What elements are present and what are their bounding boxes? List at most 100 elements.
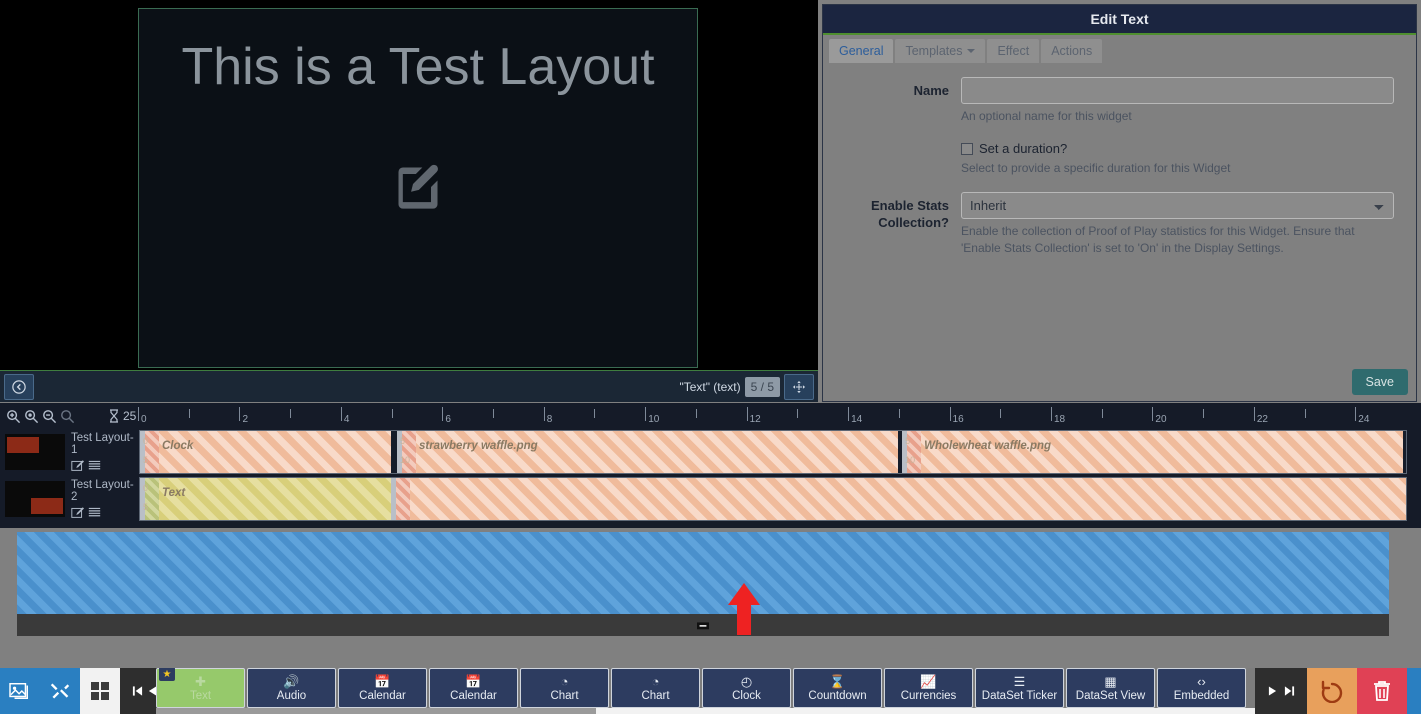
bottom-toolbar-right (1255, 668, 1421, 714)
name-input[interactable] (961, 77, 1394, 104)
widget-button-label: Audio (276, 689, 307, 702)
widget-button-label: Clock (732, 689, 761, 702)
preview-status-bar: "Text" (text) 5 / 5 (0, 370, 818, 402)
widget-button-chart[interactable]: ◔ Chart (611, 668, 700, 708)
zoom-in-icon[interactable] (6, 409, 21, 424)
edit-icon[interactable] (71, 506, 84, 519)
list-icon[interactable] (88, 506, 101, 519)
ruler-tick (290, 409, 292, 418)
skip-to-start-icon[interactable] (132, 685, 143, 697)
layer-meta: Test Layout-1 (0, 430, 138, 474)
widget-button-label: Embedded (1173, 689, 1230, 702)
widget-palette[interactable]: ★ ✚ Text 🔊 Audio 📅 Calendar 📅 Calendar ◔ Chart ◔ Cha… (156, 668, 1263, 714)
layer-track[interactable]: 0 5 Text (139, 477, 1407, 521)
red-up-arrow (728, 583, 760, 635)
layer-meta-text: Test Layout-1 (71, 432, 138, 472)
segment-start-number: 5 (399, 436, 405, 446)
name-field-control: An optional name for this widget (961, 77, 1394, 125)
duration-checkbox-row[interactable]: Set a duration? (961, 141, 1394, 156)
layer-thumbnail[interactable] (5, 481, 65, 517)
duration-spacer-label (831, 129, 961, 177)
pie-chart-icon: ◔ (651, 673, 660, 689)
widget-scrollbar[interactable] (156, 708, 1263, 714)
widget-button-dataset-ticker[interactable]: ☰ DataSet Ticker (975, 668, 1064, 708)
tab-templates[interactable]: Templates (895, 39, 986, 63)
widget-button-clock[interactable]: ◴ Clock (702, 668, 791, 708)
grid-layout-icon[interactable] (80, 668, 120, 714)
widget-button-chart[interactable]: ◔ Chart (520, 668, 609, 708)
tab-effect[interactable]: Effect (987, 39, 1040, 63)
widget-button-text[interactable]: ★ ✚ Text (156, 668, 245, 708)
ruler-tick-label: 4 (343, 414, 350, 425)
timeline-layer-row: Test Layout-1 0 5 Clock 5 10 strawberry waffl… (0, 430, 1421, 474)
widget-button-calendar[interactable]: 📅 Calendar (338, 668, 427, 708)
widget-button-countdown[interactable]: ⌛ Countdown (793, 668, 882, 708)
ruler-tick-label: 24 (1358, 414, 1370, 425)
ruler-tick-label: 18 (1053, 414, 1066, 425)
segment-end-number: 5 (143, 502, 149, 512)
timeline-segment[interactable]: 5 10 Wholewheat waffle.png (902, 431, 1404, 473)
widget-button-dataset-view[interactable]: ▦ DataSet View (1066, 668, 1155, 708)
move-arrows-icon[interactable] (784, 373, 814, 400)
region-block[interactable] (17, 532, 1389, 614)
preview-region[interactable]: This is a Test Layout (138, 8, 698, 368)
ruler-tick (1355, 407, 1357, 421)
ruler-tick (340, 407, 342, 421)
tools-icon[interactable] (40, 668, 80, 714)
trash-icon[interactable] (1357, 668, 1407, 714)
set-duration-checkbox[interactable] (961, 142, 973, 155)
list-icon[interactable] (88, 459, 101, 472)
ruler-tick (442, 407, 444, 421)
stats-label-line1: Enable Stats (870, 197, 949, 213)
widget-button-label: Text (189, 689, 212, 702)
timeline-segment[interactable]: 0 5 Clock (140, 431, 391, 473)
next-icon[interactable] (1268, 685, 1277, 697)
skip-to-end-icon[interactable] (1284, 685, 1295, 697)
ruler-tick (493, 409, 495, 418)
star-icon: ★ (159, 668, 175, 681)
duration-control: Set a duration? Select to provide a spec… (961, 129, 1394, 177)
timeline-segment[interactable]: 5 10 strawberry waffle.png (396, 431, 899, 473)
zoom-fit-icon[interactable] (24, 409, 39, 424)
stats-label-line2: Collection? (878, 215, 949, 231)
ruler-tick (949, 407, 951, 421)
layer-track[interactable]: 0 5 Clock 5 10 strawberry waffle.png 5 10 Wholew… (139, 430, 1407, 474)
edit-icon[interactable] (71, 459, 84, 472)
circle-left-icon[interactable] (4, 373, 34, 400)
tray-icon[interactable] (696, 619, 710, 631)
enable-stats-select[interactable]: Inherit (961, 191, 1394, 219)
timeline-segment[interactable]: 0 5 Text (140, 478, 391, 520)
preview-stage[interactable]: This is a Test Layout (0, 0, 818, 370)
undo-icon[interactable] (1307, 668, 1357, 714)
segment-start-number: 5 (905, 436, 911, 446)
widget-button-embedded[interactable]: ‹› Embedded (1157, 668, 1246, 708)
tab-general[interactable]: General (829, 39, 894, 63)
save-button[interactable]: Save (1351, 369, 1408, 395)
layer-name: Test Layout-2 (71, 479, 134, 503)
widget-nav-right[interactable] (1255, 668, 1307, 714)
region-toolbar (17, 614, 1389, 636)
zoom-out-icon[interactable] (42, 409, 57, 424)
ruler-tick (746, 407, 748, 421)
edit-pencil-square-icon[interactable] (392, 161, 444, 213)
timeline-segment[interactable] (390, 478, 1406, 520)
segment-label: Wholewheat waffle.png (924, 440, 1052, 452)
widget-button-audio[interactable]: 🔊 Audio (247, 668, 336, 708)
widget-button-currencies[interactable]: 📈 Currencies (884, 668, 973, 708)
ruler-tick-label: 8 (546, 414, 553, 425)
zoom-reset-icon[interactable] (60, 409, 75, 424)
segment-marker (395, 478, 410, 520)
clock-icon: ◴ (740, 673, 753, 689)
layer-thumbnail[interactable] (5, 434, 65, 470)
name-field-row: Name An optional name for this widget (831, 77, 1394, 125)
name-field-label: Name (913, 83, 949, 98)
widget-button-calendar[interactable]: 📅 Calendar (429, 668, 518, 708)
media-library-icon[interactable] (0, 668, 40, 714)
timeline-ruler[interactable]: 0 2 4 6 8 10 12 14 16 18 20 22 24 (138, 403, 1406, 429)
preview-layout-text: This is a Test Layout (181, 38, 655, 96)
edit-text-panel: Edit Text General Templates Effect Actio… (822, 4, 1417, 402)
widget-button-label: Calendar (450, 689, 497, 702)
ruler-tick (1253, 407, 1255, 421)
segment-label: Clock (162, 440, 194, 452)
tab-actions[interactable]: Actions (1041, 39, 1103, 63)
